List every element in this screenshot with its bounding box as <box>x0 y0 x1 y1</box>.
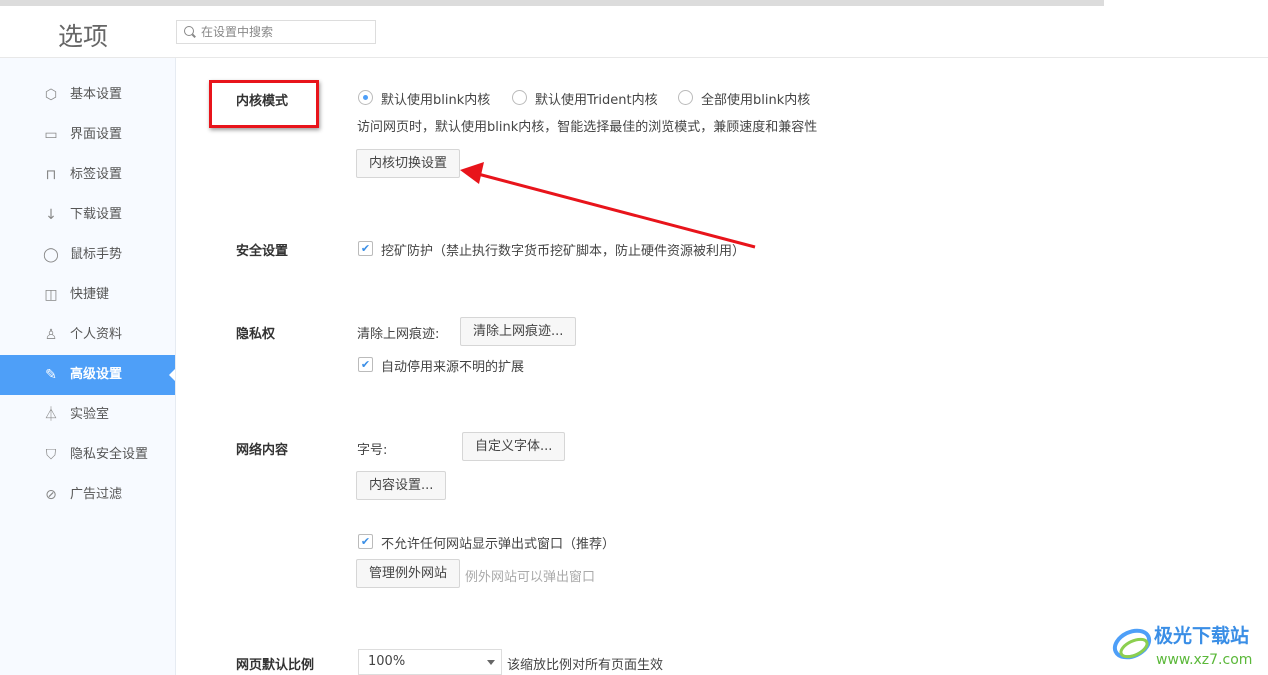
annotation-arrow <box>460 162 756 249</box>
annotation-arrow-head <box>460 162 484 184</box>
watermark-url: www.xz7.com <box>1156 652 1252 668</box>
annotation-arrow-shaft <box>477 172 756 249</box>
watermark-logo: 极光下载站 www.xz7.com <box>1108 620 1268 670</box>
watermark-name: 极光下载站 <box>1154 624 1249 647</box>
